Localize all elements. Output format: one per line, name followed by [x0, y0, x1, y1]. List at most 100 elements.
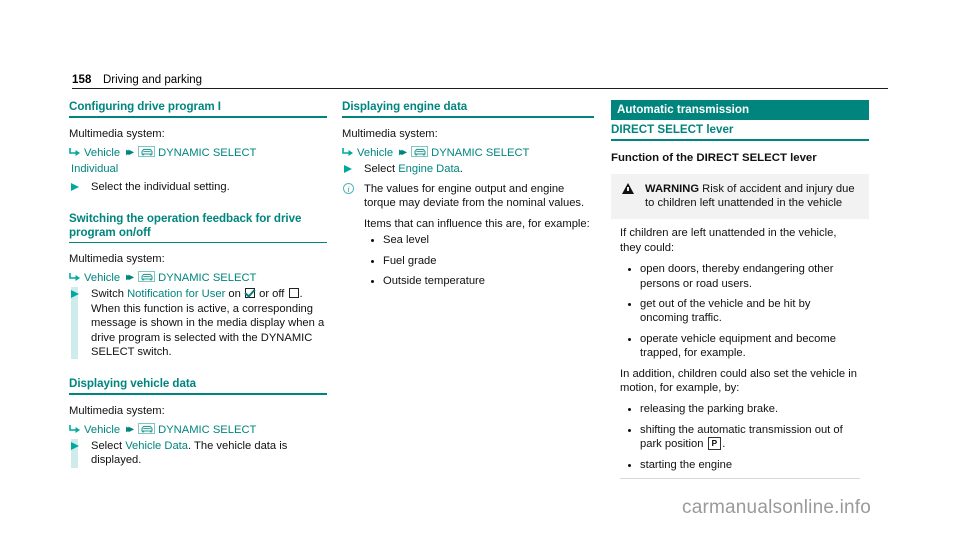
step-arrow-icon	[71, 182, 79, 191]
menu-path-continuation: Individual	[69, 162, 327, 177]
section-underline	[342, 116, 594, 118]
warning-triangle-icon	[622, 182, 634, 194]
park-position-badge: P	[707, 437, 722, 451]
watermark: carmanualsonline.info	[682, 497, 872, 518]
menu-path-item-dynamic-select[interactable]: DYNAMIC SELECT	[158, 424, 256, 436]
list-item: shifting the automatic transmission out …	[620, 423, 860, 452]
list-item: get out of the vehicle and be hit by onc…	[620, 297, 860, 326]
note-influence-intro: Items that can influence this are, for e…	[342, 217, 594, 231]
warning-intro-2: In addition, children could also set the…	[620, 367, 857, 394]
warning-list-1: open doors, thereby endangering other pe…	[620, 262, 860, 360]
warning-label: WARNING	[645, 182, 700, 195]
function-title: Function of the DIRECT SELECT lever	[611, 151, 817, 164]
section-underline	[611, 139, 869, 141]
step-select-vehicle-data: Select Vehicle Data. The vehicle data is…	[69, 438, 327, 468]
list-item: Fuel grade	[364, 254, 594, 268]
step-body-text: When this function is active, a correspo…	[91, 302, 325, 359]
return-arrow-icon	[69, 147, 81, 158]
menu-path-item-vehicle[interactable]: Vehicle	[84, 272, 120, 284]
dynamic-select-car-icon	[138, 145, 156, 157]
dynamic-select-car-icon	[138, 422, 156, 434]
note-text: The values for engine output and engine …	[364, 182, 585, 210]
section-underline	[69, 116, 327, 118]
menu-path: Vehicle DYNAMIC SELECT	[342, 145, 594, 161]
return-arrow-icon	[69, 272, 81, 283]
engine-influence-list: Sea level Fuel grade Outside temperature	[364, 233, 594, 288]
list-item: Sea level	[364, 233, 594, 247]
dynamic-select-car-icon	[138, 271, 156, 283]
list-item: starting the engine	[620, 458, 860, 472]
multimedia-system-lead: Multimedia system:	[69, 127, 165, 140]
double-chevron-icon	[126, 270, 131, 286]
step-text-pre: Switch	[91, 288, 128, 301]
step-text-tail: .	[299, 288, 303, 301]
list-item: releasing the parking brake.	[620, 402, 860, 416]
section-title: Switching the operation feedback for dri…	[69, 211, 302, 239]
menu-item-engine-data[interactable]: Engine Data	[398, 163, 460, 175]
step-arrow-icon	[71, 290, 79, 299]
warning-intro: If children are left unattended in the v…	[620, 227, 837, 254]
subsection-title-direct-select-lever: DIRECT SELECT lever	[611, 123, 734, 136]
section-title: Displaying vehicle data	[69, 377, 197, 391]
menu-path-item-dynamic-select[interactable]: DYNAMIC SELECT	[158, 147, 256, 159]
warning-row: WARNING Risk of accident and injury due …	[620, 182, 860, 211]
return-arrow-icon	[69, 424, 81, 435]
step-text-tail: .	[188, 439, 192, 452]
step-switch-notification: Switch Notification for User on or off .…	[69, 287, 327, 360]
double-chevron-icon	[126, 145, 131, 161]
list-item: operate vehicle equipment and become tra…	[620, 332, 860, 361]
menu-item-notification-for-user[interactable]: Notification for User	[127, 288, 225, 300]
menu-item-vehicle-data[interactable]: Vehicle Data	[125, 440, 188, 452]
column-right: Automatic transmission DIRECT SELECT lev…	[611, 100, 869, 479]
menu-path-item-vehicle[interactable]: Vehicle	[84, 147, 120, 159]
right-column-bottom-rule	[620, 478, 860, 479]
menu-path-item-vehicle[interactable]: Vehicle	[84, 424, 120, 436]
menu-path: Vehicle DYNAMIC SELECT	[69, 270, 327, 286]
page-number: 158	[72, 74, 92, 86]
dynamic-select-car-icon	[411, 145, 429, 157]
menu-path-item-dynamic-select[interactable]: DYNAMIC SELECT	[431, 147, 529, 159]
list-item: Outside temperature	[364, 274, 594, 288]
section-title: Configuring drive program I	[69, 100, 221, 113]
menu-path-item-individual[interactable]: Individual	[71, 163, 118, 175]
menu-path-item-dynamic-select[interactable]: DYNAMIC SELECT	[158, 272, 256, 284]
step-arrow-icon	[344, 164, 352, 173]
section-underline	[69, 241, 327, 244]
step-text-pre: Select	[364, 162, 399, 175]
checkbox-empty-icon[interactable]	[288, 288, 299, 299]
double-chevron-icon	[399, 145, 404, 161]
section-underline	[69, 393, 327, 395]
multimedia-system-lead: Multimedia system:	[342, 127, 438, 140]
step-text-tail: .	[459, 162, 463, 175]
step-select-individual-setting: Select the individual setting.	[69, 180, 327, 194]
page-section-title: Driving and parking	[102, 74, 203, 86]
header-divider	[72, 88, 888, 89]
warning-list-2: releasing the parking brake. shifting th…	[620, 402, 860, 472]
note-engine-values: i The values for engine output and engin…	[342, 182, 594, 211]
note-second-text: Items that can influence this are, for e…	[364, 217, 590, 230]
step-arrow-icon	[71, 441, 79, 450]
multimedia-system-lead: Multimedia system:	[69, 253, 165, 266]
list-item: open doors, thereby endangering other pe…	[620, 262, 860, 291]
page-header: 158 Driving and parking	[72, 70, 888, 90]
step-text-pre: Select	[91, 439, 126, 452]
checkbox-checked-icon[interactable]	[244, 288, 255, 299]
chapter-banner-automatic-transmission: Automatic transmission	[611, 100, 869, 120]
step-text-mid-on: on	[225, 288, 244, 301]
section-displaying-vehicle-data: Displaying vehicle data Multimedia syste…	[69, 377, 327, 468]
menu-path: Vehicle DYNAMIC SELECT	[69, 145, 327, 161]
column-left: Configuring drive program I Multimedia s…	[69, 100, 327, 486]
section-configuring-drive-program: Configuring drive program I Multimedia s…	[69, 100, 327, 194]
menu-path-item-vehicle[interactable]: Vehicle	[357, 147, 393, 159]
multimedia-system-lead: Multimedia system:	[69, 404, 165, 417]
list-item-text-tail: .	[722, 438, 726, 451]
list-item-text-pre: shifting the automatic transmission out …	[640, 423, 843, 451]
column-middle: Displaying engine data Multimedia system…	[342, 100, 594, 306]
section-displaying-engine-data: Displaying engine data Multimedia system…	[342, 100, 594, 288]
step-select-engine-data: Select Engine Data.	[342, 162, 594, 176]
info-icon: i	[343, 182, 354, 194]
return-arrow-icon	[342, 147, 354, 158]
section-operation-feedback: Switching the operation feedback for dri…	[69, 212, 327, 360]
section-title: Displaying engine data	[342, 100, 468, 113]
step-text: Select the individual setting.	[91, 180, 230, 193]
